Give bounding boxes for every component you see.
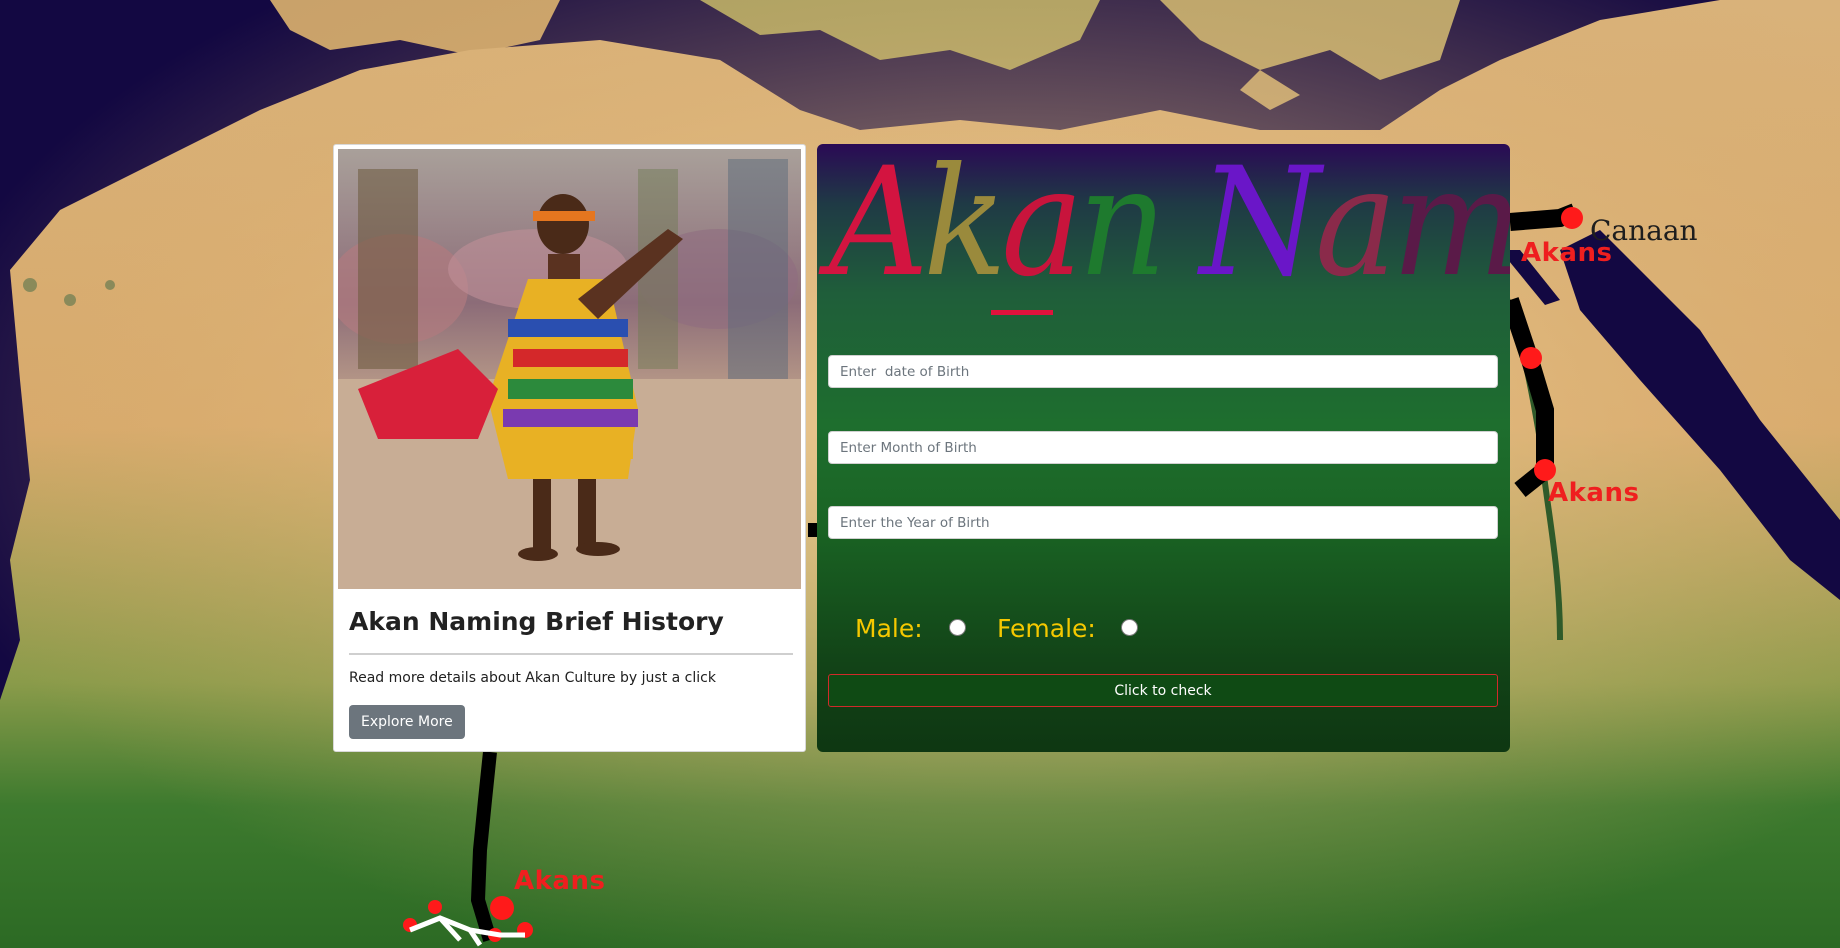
brand-letter: A [829,144,929,310]
brand-underline [991,310,1053,315]
brand-title: Akan Names [829,144,1510,308]
map-marker [490,896,514,920]
akan-name-form: Akan Names Male: Female: Click to check [817,144,1510,752]
history-card: Akan Naming Brief History Read more deta… [333,144,806,752]
brand-letter: n [1078,144,1167,310]
map-label-akans-west: Akans [514,866,606,896]
history-description: Read more details about Akan Culture by … [349,670,716,686]
brand-letter [1161,144,1199,308]
month-of-birth-input[interactable] [828,431,1498,464]
female-label: Female: [997,614,1096,643]
brand-letter: m [1391,144,1510,310]
map-label-akans-nile: Akans [1548,478,1640,508]
page: Akans Canaan Akans Akans Akan Naming Bri… [0,0,1840,948]
click-to-check-button[interactable]: Click to check [828,674,1498,707]
explore-more-button[interactable]: Explore More [349,705,465,739]
year-of-birth-input[interactable] [828,506,1498,539]
map-label-canaan: Canaan [1590,214,1698,247]
brand-letter: k [923,144,1007,310]
male-label: Male: [855,614,923,643]
history-photo [338,149,801,589]
dancing-child-image [338,149,801,589]
brand-letter: a [1001,144,1083,310]
male-radio[interactable] [949,619,966,636]
map-marker [1520,347,1542,369]
brand-letter: a [1314,144,1397,310]
map-marker [1561,207,1583,229]
brand-letter: N [1199,144,1321,310]
history-title: Akan Naming Brief History [349,607,724,636]
day-of-birth-input[interactable] [828,355,1498,388]
divider [349,653,793,655]
female-radio[interactable] [1121,619,1138,636]
